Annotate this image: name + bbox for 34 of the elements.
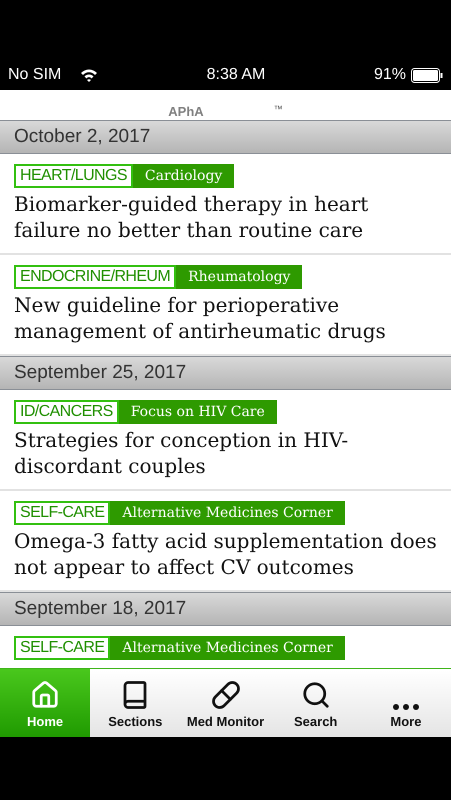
logo-text: APhA	[168, 104, 204, 119]
category-tag: SELF-CARE	[14, 501, 110, 525]
tab[interactable]: Med Monitor	[180, 669, 271, 737]
section-tag: Alternative Medicines Corner	[110, 636, 345, 660]
carrier-text: No SIM	[8, 66, 62, 84]
article-title: New guideline for perioperative management of antirheumatic drugs	[14, 292, 387, 344]
section-tag: Alternative Medicines Corner	[110, 501, 345, 525]
wifi-icon	[80, 68, 98, 82]
trademark-text: ™	[274, 104, 283, 114]
battery-text: 91%	[374, 66, 443, 84]
pill-icon	[210, 680, 240, 710]
article-title: Biomarker-guided therapy in heart failure no better than routine care	[14, 191, 370, 243]
tab[interactable]: Search	[270, 669, 361, 737]
article-title: Strategies for conception in HIV-discordant couples	[14, 427, 350, 479]
date-header: September 18, 2017	[0, 592, 451, 626]
article-title: Omega-3 fatty acid supplementation does not appear to affect CV outcomes	[14, 528, 437, 580]
time-text: 8:38 AM	[206, 66, 266, 84]
category-tag: SELF-CARE	[14, 636, 110, 660]
category-tag: ENDOCRINE/RHEUM	[14, 265, 176, 289]
section-tag: Focus on HIV Care	[118, 400, 277, 424]
category-tag: ID/CANCERS	[14, 400, 119, 424]
battery-icon	[411, 68, 443, 82]
tab[interactable]: More	[360, 669, 451, 737]
category-tag: HEART/LUNGS	[14, 164, 133, 188]
article-item[interactable]: ID/CANCERS Focus on HIV Care Strategies for conception in HIV-discordant couples	[0, 390, 451, 491]
date-header: September 25, 2017	[0, 356, 451, 390]
date-header: October 2, 2017	[0, 120, 451, 154]
tab[interactable]: Sections	[90, 669, 180, 737]
home-icon	[30, 680, 60, 710]
section-tag: Rheumatology	[176, 265, 302, 289]
article-item[interactable]: HEART/LUNGS Cardiology Biomarker-guided therapy in heart failure no better than routine care	[0, 154, 451, 255]
more-icon	[392, 704, 419, 710]
section-tag: Cardiology	[132, 164, 234, 188]
search-icon	[300, 680, 331, 710]
